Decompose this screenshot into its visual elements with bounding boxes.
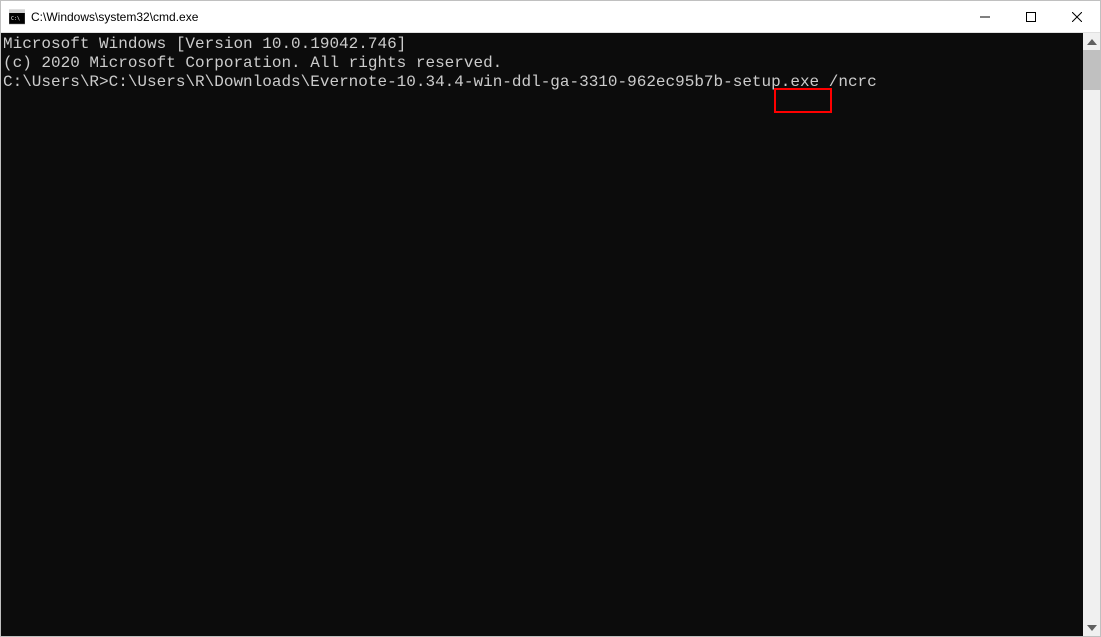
close-button[interactable] [1054,1,1100,32]
cmd-window: C:\ C:\Windows\system32\cmd.exe Microsof… [0,0,1101,637]
svg-text:C:\: C:\ [11,16,20,22]
terminal-command-line: C:\Users\R>C:\Users\R\Downloads\Evernote… [3,73,1083,92]
cmd-icon: C:\ [9,9,25,25]
terminal-line: Microsoft Windows [Version 10.0.19042.74… [3,35,1083,54]
window-title: C:\Windows\system32\cmd.exe [31,10,962,24]
scroll-thumb[interactable] [1083,50,1100,90]
minimize-button[interactable] [962,1,1008,32]
vertical-scrollbar[interactable] [1083,33,1100,636]
scroll-down-icon[interactable] [1083,619,1100,636]
content-wrapper: Microsoft Windows [Version 10.0.19042.74… [1,33,1100,636]
prompt: C:\Users\R> [3,73,109,91]
command-path: C:\Users\R\Downloads\Evernote-10.34.4-wi… [109,73,820,91]
titlebar[interactable]: C:\ C:\Windows\system32\cmd.exe [1,1,1100,33]
scroll-up-icon[interactable] [1083,33,1100,50]
maximize-button[interactable] [1008,1,1054,32]
window-controls [962,1,1100,32]
terminal-line: (c) 2020 Microsoft Corporation. All righ… [3,54,1083,73]
scroll-track[interactable] [1083,90,1100,619]
terminal[interactable]: Microsoft Windows [Version 10.0.19042.74… [1,33,1083,636]
command-arg: /ncrc [819,73,877,91]
